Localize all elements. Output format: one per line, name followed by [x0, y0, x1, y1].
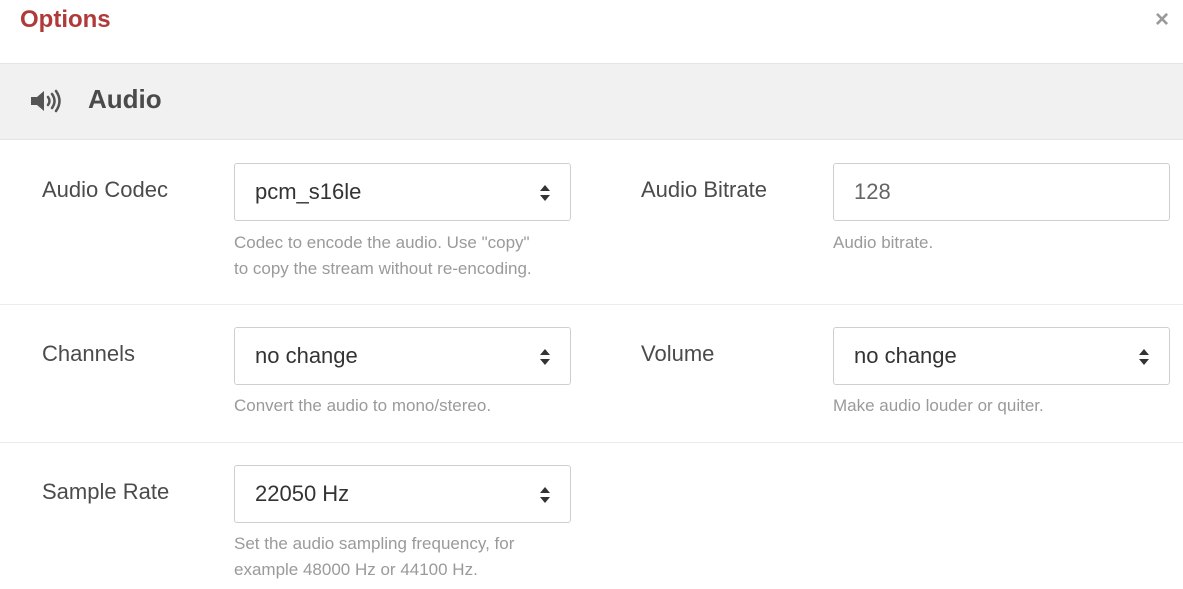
audio-codec-value: pcm_s16le [255, 179, 362, 204]
sample-rate-label: Sample Rate [42, 479, 170, 504]
dialog-header: Options × [0, 0, 1183, 64]
audio-bitrate-label: Audio Bitrate [641, 177, 767, 202]
sample-rate-help: Set the audio sampling frequency, for ex… [234, 531, 594, 583]
close-icon[interactable]: × [1150, 6, 1174, 34]
section-header-audio: Audio [0, 64, 1183, 140]
help-line: Audio bitrate. [833, 233, 934, 252]
volume-value: no change [854, 343, 957, 368]
sort-arrows-icon [540, 349, 550, 365]
audio-bitrate-value: 128 [854, 179, 891, 204]
channels-select[interactable]: no change [234, 327, 571, 385]
help-line: to copy the stream without re-encoding. [234, 259, 532, 278]
audio-codec-select[interactable]: pcm_s16le [234, 163, 571, 221]
volume-help: Make audio louder or quiter. [833, 393, 1183, 419]
channels-value: no change [255, 343, 358, 368]
form-row: Sample Rate 22050 Hz Set the audio sampl… [0, 443, 1183, 589]
volume-label: Volume [641, 341, 715, 366]
sample-rate-select[interactable]: 22050 Hz [234, 465, 571, 523]
help-line: example 48000 Hz or 44100 Hz. [234, 560, 478, 579]
section-title: Audio [88, 84, 162, 114]
dialog-title: Options [20, 6, 111, 33]
sort-arrows-icon [540, 487, 550, 503]
audio-bitrate-input[interactable]: 128 [833, 163, 1170, 221]
sort-arrows-icon [540, 185, 550, 201]
audio-codec-help: Codec to encode the audio. Use "copy" to… [234, 230, 594, 282]
channels-label: Channels [42, 341, 135, 366]
sort-arrows-icon [1139, 349, 1149, 365]
help-line: Make audio louder or quiter. [833, 396, 1044, 415]
help-line: Convert the audio to mono/stereo. [234, 396, 492, 415]
audio-codec-label: Audio Codec [42, 177, 168, 202]
speaker-icon [31, 89, 61, 113]
volume-select[interactable]: no change [833, 327, 1170, 385]
help-line: Set the audio sampling frequency, for [234, 534, 515, 553]
form-row: Audio Codec pcm_s16le Codec to encode th… [0, 140, 1183, 305]
channels-help: Convert the audio to mono/stereo. [234, 393, 594, 419]
form-row: Channels no change Convert the audio to … [0, 305, 1183, 443]
help-line: Codec to encode the audio. Use "copy" [234, 233, 530, 252]
audio-bitrate-help: Audio bitrate. [833, 230, 1183, 256]
sample-rate-value: 22050 Hz [255, 481, 350, 506]
